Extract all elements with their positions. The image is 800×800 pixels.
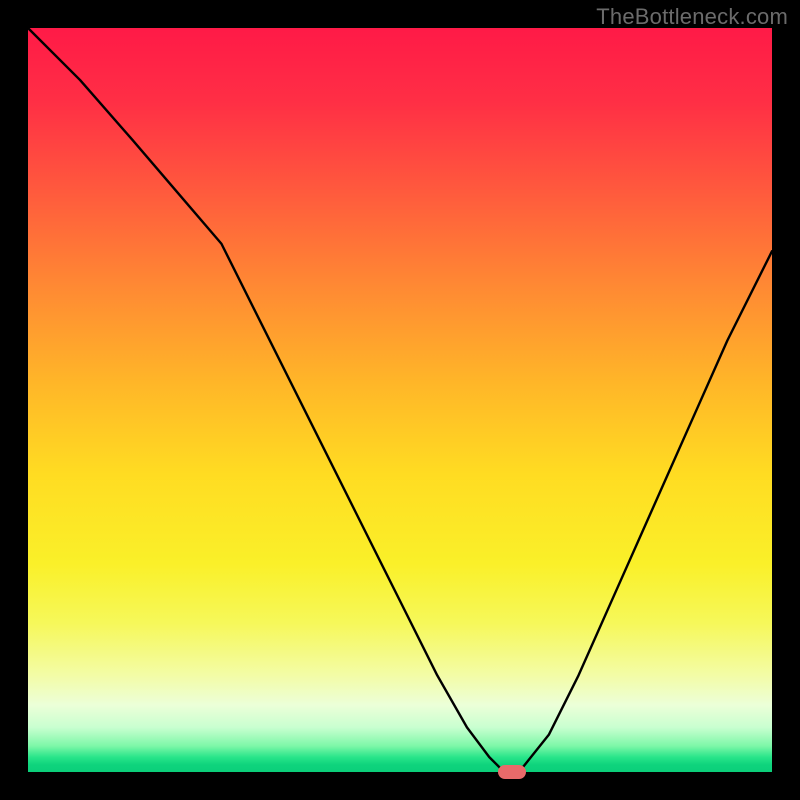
optimal-marker <box>498 765 526 779</box>
chart-frame: TheBottleneck.com <box>0 0 800 800</box>
plot-area <box>28 28 772 772</box>
watermark-text: TheBottleneck.com <box>596 4 788 30</box>
bottleneck-curve <box>28 28 772 772</box>
